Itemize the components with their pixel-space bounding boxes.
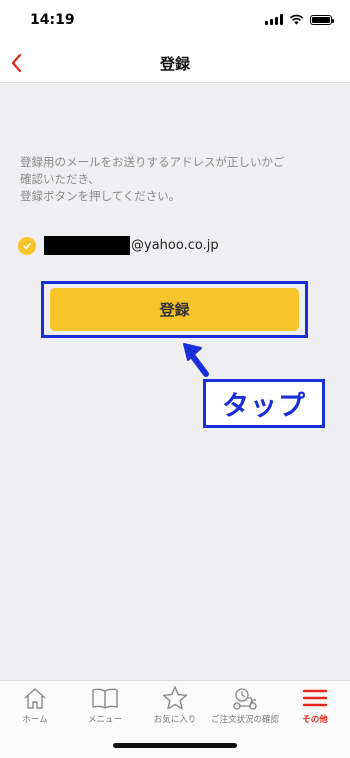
tap-annotation-callout: タップ xyxy=(203,379,325,428)
battery-icon xyxy=(310,14,334,25)
tab-menu[interactable]: メニュー xyxy=(70,681,140,731)
star-icon xyxy=(162,686,188,710)
tab-label-favorites: お気に入り xyxy=(153,715,197,725)
annotation-arrow-icon xyxy=(183,343,209,377)
tab-label-other: その他 xyxy=(302,715,328,725)
home-icon xyxy=(24,688,46,709)
check-icon xyxy=(18,236,36,255)
tab-home[interactable]: ホーム xyxy=(0,681,70,731)
status-icons xyxy=(265,14,334,25)
tab-other[interactable]: その他 xyxy=(280,681,350,731)
email-domain: @yahoo.co.jp xyxy=(131,238,219,253)
status-time: 14:19 xyxy=(30,12,75,28)
tab-label-order-status: ご注文状況の確認 xyxy=(210,715,279,725)
tap-annotation-label: タップ xyxy=(222,391,306,422)
cellular-signal-icon xyxy=(265,14,283,25)
hamburger-icon xyxy=(302,689,328,707)
wifi-icon xyxy=(289,14,304,25)
email-address-row: @yahoo.co.jp xyxy=(18,236,219,255)
delivery-scooter-icon xyxy=(233,688,257,710)
navigation-bar: 登録 xyxy=(0,44,350,83)
tab-order-status[interactable]: ご注文状況の確認 xyxy=(210,681,280,731)
menu-book-icon xyxy=(92,688,118,709)
redacted-email-local-part xyxy=(44,236,130,255)
status-bar: 14:19 xyxy=(0,0,350,44)
tab-label-menu: メニュー xyxy=(87,715,122,725)
register-button[interactable]: 登録 xyxy=(50,288,299,331)
tab-favorites[interactable]: お気に入り xyxy=(140,681,210,731)
page-title: 登録 xyxy=(159,55,190,73)
instruction-text: 登録用のメールをお送りするアドレスが正しいかご 確認いただき、 登録ボタンを押し… xyxy=(20,155,285,203)
tab-label-home: ホーム xyxy=(22,715,48,725)
home-indicator xyxy=(113,743,237,748)
